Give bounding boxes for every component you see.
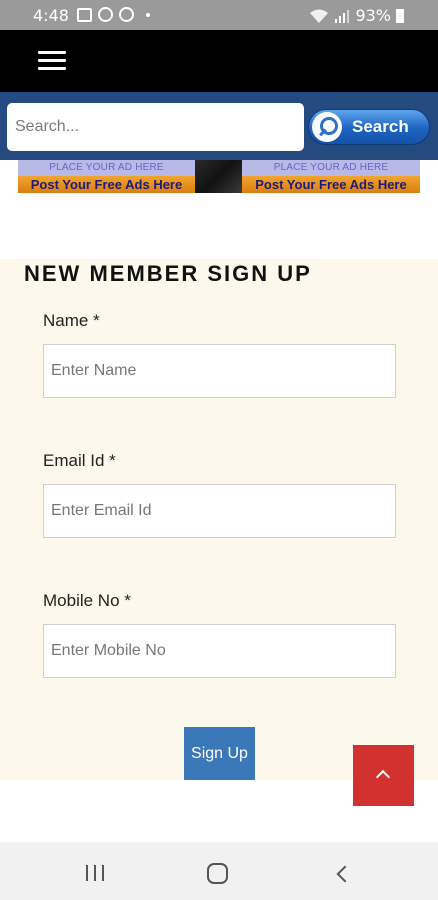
status-right: 93%: [309, 6, 404, 25]
search-input[interactable]: [7, 103, 304, 151]
name-label: Name *: [43, 311, 100, 330]
ad-bottom-text: Post Your Free Ads Here: [18, 176, 195, 193]
signal-icon: [335, 9, 350, 23]
search-bar: Search: [0, 92, 438, 160]
status-bar: 4:48 93%: [0, 0, 438, 30]
email-field[interactable]: [43, 484, 396, 538]
battery-percent: 93%: [355, 6, 391, 25]
ad-top-text: PLACE YOUR AD HERE: [18, 160, 195, 176]
system-nav-bar: [0, 842, 438, 900]
mobile-label: Mobile No *: [43, 591, 131, 610]
whatsapp-icon: [119, 7, 134, 22]
name-field[interactable]: [43, 344, 396, 398]
hamburger-menu-icon[interactable]: [38, 51, 66, 71]
ad-banner-left[interactable]: PLACE YOUR AD HERE Post Your Free Ads He…: [18, 160, 195, 193]
search-button-label: Search: [352, 117, 409, 136]
status-time: 4:48: [33, 6, 69, 25]
notification-icons: [77, 7, 150, 22]
sign-up-button[interactable]: Sign Up: [184, 727, 255, 780]
battery-icon: [396, 8, 404, 23]
ad-top-text: PLACE YOUR AD HERE: [242, 160, 420, 176]
ad-banner-right[interactable]: PLACE YOUR AD HERE Post Your Free Ads He…: [242, 160, 420, 193]
search-button[interactable]: Search: [308, 109, 430, 145]
email-label: Email Id *: [43, 451, 116, 470]
search-icon: [312, 112, 342, 142]
dot-icon: [146, 12, 150, 17]
recent-apps-icon[interactable]: [86, 865, 104, 881]
top-header: [0, 30, 438, 92]
mobile-field[interactable]: [43, 624, 396, 678]
ad-bottom-text: Post Your Free Ads Here: [242, 176, 420, 193]
wifi-icon: [310, 9, 329, 23]
home-icon[interactable]: [207, 863, 228, 884]
scroll-to-top-button[interactable]: [353, 745, 414, 806]
back-icon[interactable]: [334, 865, 350, 881]
image-icon: [77, 7, 92, 22]
ad-image: [195, 160, 242, 193]
form-title: NEW MEMBER SIGN UP: [24, 261, 312, 286]
whatsapp-icon: [98, 7, 113, 22]
